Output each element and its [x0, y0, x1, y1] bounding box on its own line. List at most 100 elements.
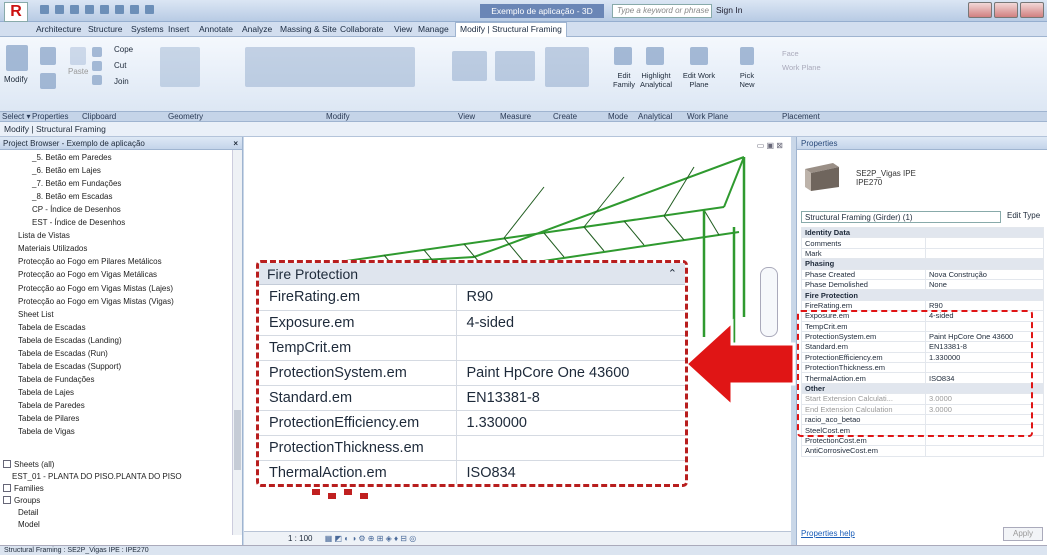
property-value[interactable]	[925, 247, 1044, 260]
undo-icon[interactable]	[70, 5, 79, 14]
cut-button[interactable]: Cut	[114, 61, 126, 70]
view-tools-icon[interactable]	[452, 51, 487, 81]
create-tools-icon[interactable]	[545, 47, 589, 87]
tree-detail[interactable]: Detail	[18, 508, 38, 517]
tab-collaborate[interactable]: Collaborate	[340, 24, 383, 34]
minimize-button[interactable]	[968, 2, 992, 18]
property-row[interactable]: Phase Demolished None	[801, 278, 1044, 291]
match-type-icon[interactable]	[92, 75, 102, 85]
browser-tree-item[interactable]: _5. Betão em Paredes	[32, 153, 112, 162]
section-icon[interactable]	[145, 5, 154, 14]
tree-groups[interactable]: Groups	[3, 496, 40, 505]
edit-work-plane-icon[interactable]	[690, 47, 708, 65]
browser-tree-item[interactable]: Materiais Utilizados	[18, 244, 87, 253]
browser-tree-item[interactable]: _8. Betão em Escadas	[32, 192, 113, 201]
browser-tree-item[interactable]: Tabela de Pilares	[18, 414, 79, 423]
property-row[interactable]: Comments	[801, 237, 1044, 249]
property-value[interactable]: None	[925, 278, 1044, 291]
view-control-icons[interactable]: ▦ ◩ ◐ ◑ ⚙ ⊕ ⊞ ◈ ♦ ⊟ ◎	[325, 534, 417, 543]
browser-tree-item[interactable]: Tabela de Escadas (Landing)	[18, 336, 122, 345]
modify-tool-icon[interactable]	[6, 45, 28, 71]
close-button[interactable]	[1020, 2, 1044, 18]
view-scale[interactable]: 1 : 100	[288, 534, 312, 543]
maximize-button[interactable]	[994, 2, 1018, 18]
tab-systems[interactable]: Systems	[131, 24, 164, 34]
modify-tools-icon[interactable]	[245, 47, 415, 87]
instance-selector-dropdown[interactable]: Structural Framing (Girder) (1)	[801, 211, 1001, 223]
property-row[interactable]: Mark	[801, 247, 1044, 260]
sign-in-link[interactable]: Sign In	[716, 5, 742, 15]
property-row[interactable]: Phase Created Nova Construção	[801, 268, 1044, 280]
tree-sheet-item[interactable]: EST_01 - PLANTA DO PISO.PLANTA DO PISO	[12, 472, 182, 481]
properties-section-header[interactable]: Fire Protection	[801, 289, 1044, 301]
join-button[interactable]: Join	[114, 77, 129, 86]
text-icon[interactable]	[115, 5, 124, 14]
type-preview[interactable]: SE2P_Vigas IPE IPE270	[801, 155, 1044, 205]
measure-icon[interactable]	[100, 5, 109, 14]
browser-tree-item[interactable]: Tabela de Vigas	[18, 427, 75, 436]
browser-tree-item[interactable]: Tabela de Escadas	[18, 323, 86, 332]
type-properties-icon[interactable]	[40, 73, 56, 89]
geometry-tools-icon[interactable]	[160, 47, 200, 87]
tab-analyze[interactable]: Analyze	[242, 24, 272, 34]
browser-tree-item[interactable]: Lista de Vistas	[18, 231, 70, 240]
tree-sheets[interactable]: Sheets (all)	[3, 460, 54, 469]
measure-tools-icon[interactable]	[495, 51, 535, 81]
browser-tree-item[interactable]: Tabela de Paredes	[18, 401, 85, 410]
work-plane-button[interactable]: Work Plane	[782, 63, 821, 72]
property-row[interactable]: AntiCorrosiveCost.em	[801, 445, 1044, 457]
browser-tree-item[interactable]: EST - Índice de Desenhos	[32, 218, 125, 227]
browser-tree-item[interactable]: Protecção ao Fogo em Pilares Metálicos	[18, 257, 162, 266]
properties-help-link[interactable]: Properties help	[801, 529, 855, 538]
browser-scrollbar[interactable]	[232, 150, 242, 535]
tab-annotate[interactable]: Annotate	[199, 24, 233, 34]
cut-clipboard-icon[interactable]	[92, 47, 102, 57]
property-value[interactable]	[925, 445, 1044, 457]
3d-view-icon[interactable]	[130, 5, 139, 14]
open-icon[interactable]	[40, 5, 49, 14]
edit-type-button[interactable]: Edit Type	[1007, 211, 1040, 220]
scrollbar-thumb[interactable]	[234, 410, 241, 470]
browser-tree-item[interactable]: Tabela de Lajes	[18, 388, 74, 397]
cope-button[interactable]: Cope	[114, 45, 133, 54]
tree-model[interactable]: Model	[18, 520, 40, 529]
face-button[interactable]: Face	[782, 49, 799, 58]
browser-tree-item[interactable]: CP - Índice de Desenhos	[32, 205, 121, 214]
tab-modify-structural-framing[interactable]: Modify | Structural Framing	[455, 22, 567, 37]
paste-icon[interactable]	[70, 47, 86, 65]
apply-button[interactable]: Apply	[1003, 527, 1043, 541]
tab-insert[interactable]: Insert	[168, 24, 189, 34]
browser-tree-item[interactable]: Protecção ao Fogo em Vigas Mistas (Vigas…	[18, 297, 174, 306]
quick-access-toolbar[interactable]	[40, 5, 154, 14]
close-icon[interactable]: ×	[233, 137, 238, 150]
revit-logo[interactable]: R	[4, 2, 28, 22]
copy-icon[interactable]	[92, 61, 102, 71]
highlight-analytical-icon[interactable]	[646, 47, 664, 65]
tab-view[interactable]: View	[394, 24, 412, 34]
properties-icon[interactable]	[40, 47, 56, 65]
tab-structure[interactable]: Structure	[88, 24, 123, 34]
browser-tree-item[interactable]: _7. Betão em Fundações	[32, 179, 121, 188]
tab-massing-site[interactable]: Massing & Site	[280, 24, 337, 34]
tree-families[interactable]: Families	[3, 484, 44, 493]
redo-icon[interactable]	[85, 5, 94, 14]
property-value[interactable]	[925, 237, 1044, 249]
browser-tree-item[interactable]: Tabela de Escadas (Run)	[18, 349, 108, 358]
view-window-controls[interactable]: ▭ ▣ ⊠	[757, 141, 783, 150]
group-select[interactable]: Select ▾	[2, 112, 30, 122]
browser-tree-item[interactable]: Protecção ao Fogo em Vigas Metálicas	[18, 270, 157, 279]
properties-section-header[interactable]: Phasing	[801, 258, 1044, 270]
browser-tree-item[interactable]: Sheet List	[18, 310, 54, 319]
tab-architecture[interactable]: Architecture	[36, 24, 81, 34]
collapse-chevron-icon[interactable]: ⌃	[668, 263, 677, 285]
pick-new-icon[interactable]	[740, 47, 754, 65]
properties-section-header[interactable]: Identity Data	[801, 226, 1044, 239]
tab-manage[interactable]: Manage	[418, 24, 449, 34]
property-value[interactable]: Nova Construção	[925, 268, 1044, 280]
browser-tree-item[interactable]: Protecção ao Fogo em Vigas Mistas (Lajes…	[18, 284, 173, 293]
browser-tree-item[interactable]: _6. Betão em Lajes	[32, 166, 101, 175]
edit-family-icon[interactable]	[614, 47, 632, 65]
browser-tree-item[interactable]: Tabela de Fundações	[18, 375, 95, 384]
search-input[interactable]: Type a keyword or phrase	[612, 4, 712, 18]
browser-tree-item[interactable]: Tabela de Escadas (Support)	[18, 362, 121, 371]
